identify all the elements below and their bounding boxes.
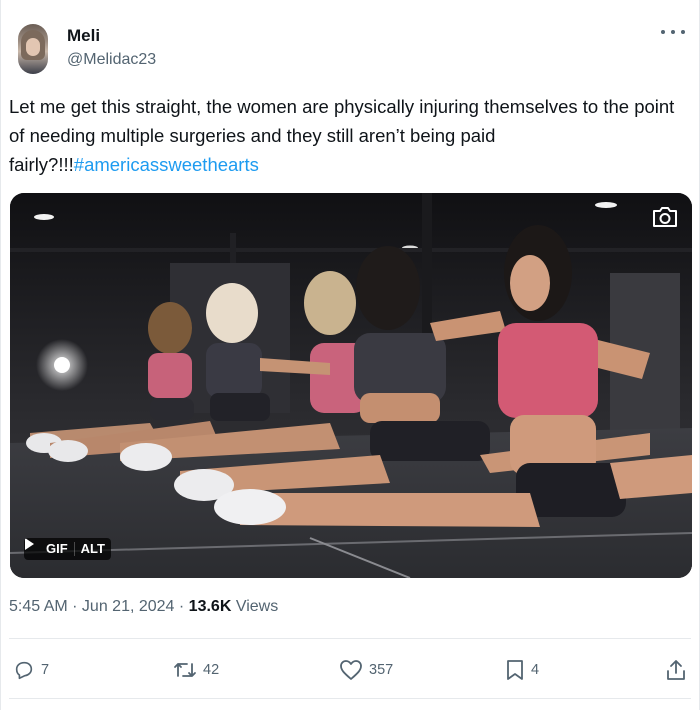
tweet-card: Meli @Melidac23 Let me get this straight… [0, 0, 700, 710]
tweet-meta: 5:45 AM · Jun 21, 2024 · 13.6K Views [9, 598, 278, 616]
tweet-date[interactable]: Jun 21, 2024 [82, 598, 175, 615]
reply-icon [13, 659, 35, 681]
tweet-time[interactable]: 5:45 AM [9, 598, 68, 615]
bookmark-count: 4 [531, 662, 540, 678]
separator-dot: · [174, 598, 189, 615]
author-handle[interactable]: @Melidac23 [67, 51, 156, 69]
tweet-text: Let me get this straight, the women are … [9, 92, 693, 179]
separator-dot: · [67, 598, 82, 615]
divider-top [9, 638, 691, 639]
play-icon[interactable] [24, 538, 44, 560]
views-label: Views [231, 598, 279, 615]
repost-icon [173, 659, 197, 681]
author-name[interactable]: Meli [67, 26, 100, 46]
like-icon [339, 659, 363, 681]
share-button[interactable] [665, 650, 687, 690]
gif-label: GIF [46, 541, 68, 556]
camera-icon[interactable] [650, 205, 682, 231]
repost-count: 42 [203, 662, 220, 678]
like-button[interactable]: 357 [339, 650, 393, 690]
gif-badge[interactable]: GIF ALT [24, 538, 111, 560]
hashtag-link[interactable]: #americassweethearts [74, 154, 259, 175]
more-icon[interactable] [661, 22, 685, 42]
reply-count: 7 [41, 662, 50, 678]
action-bar: 7 42 357 4 [1, 650, 700, 690]
bookmark-icon [505, 659, 525, 681]
gif-frame-illustration [10, 193, 692, 578]
alt-label[interactable]: ALT [75, 538, 111, 560]
repost-button[interactable]: 42 [173, 650, 219, 690]
bookmark-button[interactable]: 4 [505, 650, 539, 690]
reply-button[interactable]: 7 [13, 650, 49, 690]
share-icon [665, 659, 687, 681]
gif-media[interactable]: GIF ALT [10, 193, 692, 578]
avatar[interactable] [18, 24, 48, 74]
like-count: 357 [369, 662, 394, 678]
views-count: 13.6K [188, 598, 232, 615]
divider-bottom [9, 698, 691, 699]
